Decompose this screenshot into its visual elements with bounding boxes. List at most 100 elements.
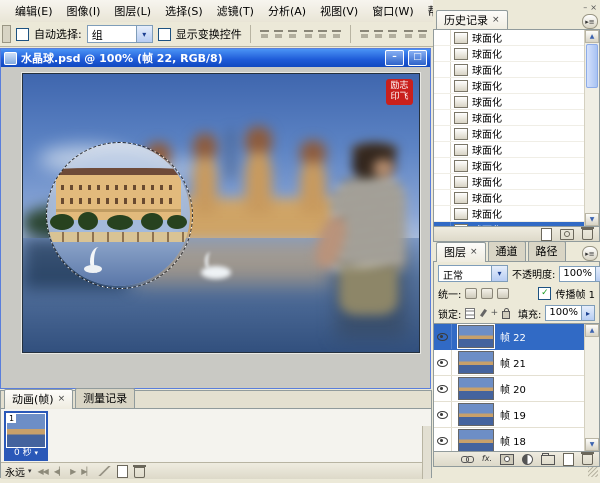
new-document-from-state-icon[interactable] bbox=[541, 228, 552, 241]
animation-scrollbar[interactable] bbox=[422, 426, 431, 479]
crystal-ball-selection[interactable] bbox=[47, 143, 190, 286]
scrollbar-thumb[interactable] bbox=[586, 44, 598, 88]
layer-row[interactable]: 帧 20 bbox=[434, 376, 599, 402]
distribute-bottom-edges-icon[interactable] bbox=[387, 29, 398, 39]
chevron-down-icon[interactable]: ▾ bbox=[136, 26, 152, 42]
next-frame-button[interactable]: ▶▏ bbox=[81, 467, 91, 476]
history-state-row[interactable]: 球面化 bbox=[434, 142, 599, 158]
visibility-toggle[interactable] bbox=[434, 350, 452, 375]
add-layer-mask-icon[interactable] bbox=[500, 454, 514, 465]
propagate-frame-checkbox[interactable]: ✓ bbox=[538, 287, 551, 300]
history-state-row[interactable]: 球面化 bbox=[434, 110, 599, 126]
link-layers-icon[interactable] bbox=[461, 456, 474, 462]
align-top-edges-icon[interactable] bbox=[259, 29, 270, 39]
document-title-bar[interactable]: 水晶球.psd @ 100% (帧 22, RGB/8) – □ bbox=[1, 49, 430, 67]
lock-all-icon[interactable] bbox=[502, 311, 510, 319]
layer-thumbnail[interactable] bbox=[458, 377, 494, 400]
history-state-row[interactable]: 球面化 bbox=[434, 158, 599, 174]
menu-window[interactable]: 窗口(W) bbox=[365, 0, 420, 22]
history-state-row-selected[interactable]: ▶球面化 bbox=[434, 222, 599, 226]
show-transform-checkbox[interactable] bbox=[158, 28, 171, 41]
auto-select-checkbox[interactable] bbox=[16, 28, 29, 41]
visibility-toggle[interactable] bbox=[434, 376, 452, 401]
menu-select[interactable]: 选择(S) bbox=[158, 0, 210, 22]
history-state-row[interactable]: 球面化 bbox=[434, 126, 599, 142]
menu-view[interactable]: 视图(V) bbox=[313, 0, 365, 22]
new-group-icon[interactable] bbox=[541, 455, 555, 465]
lock-position-icon[interactable]: + bbox=[491, 309, 499, 318]
align-vertical-centers-icon[interactable] bbox=[273, 29, 284, 39]
previous-frame-button[interactable]: ◀▏ bbox=[54, 467, 64, 476]
minimize-button[interactable]: – bbox=[385, 50, 404, 66]
menu-image[interactable]: 图像(I) bbox=[60, 0, 108, 22]
tool-preset-icon[interactable] bbox=[2, 25, 11, 43]
tab-paths[interactable]: 路径 bbox=[528, 241, 566, 261]
delete-layer-icon[interactable] bbox=[582, 454, 593, 465]
first-frame-button[interactable]: ◀◀ bbox=[38, 467, 48, 476]
layers-scrollbar[interactable]: ▲ ▼ bbox=[584, 324, 599, 451]
history-scrollbar[interactable]: ▲ ▼ bbox=[584, 30, 599, 226]
align-right-edges-icon[interactable] bbox=[331, 29, 342, 39]
tab-animation-frames[interactable]: 动画(帧) × bbox=[4, 389, 73, 409]
layer-row[interactable]: 帧 21 bbox=[434, 350, 599, 376]
lock-transparency-icon[interactable] bbox=[465, 308, 475, 319]
history-state-row[interactable]: 球面化 bbox=[434, 190, 599, 206]
fill-field[interactable]: 100% ▸ bbox=[545, 305, 595, 321]
new-layer-icon[interactable] bbox=[563, 453, 574, 466]
unify-visibility-icon[interactable] bbox=[481, 288, 493, 299]
canvas-image[interactable]: 励志 印飞 bbox=[22, 73, 420, 353]
delete-frame-icon[interactable] bbox=[134, 467, 145, 478]
close-icon[interactable]: × bbox=[58, 394, 66, 404]
minimize-icon[interactable]: – bbox=[583, 3, 587, 12]
duplicate-frame-icon[interactable] bbox=[117, 465, 128, 478]
visibility-toggle[interactable] bbox=[434, 402, 452, 427]
new-snapshot-icon[interactable] bbox=[560, 229, 574, 240]
history-state-row[interactable]: 球面化 bbox=[434, 62, 599, 78]
menu-filter[interactable]: 滤镜(T) bbox=[210, 0, 261, 22]
menu-layer[interactable]: 图层(L) bbox=[107, 0, 158, 22]
scroll-up-icon[interactable]: ▲ bbox=[585, 30, 599, 43]
scroll-up-icon[interactable]: ▲ bbox=[585, 324, 599, 337]
tween-icon[interactable] bbox=[98, 466, 111, 476]
scroll-down-icon[interactable]: ▼ bbox=[585, 438, 599, 451]
distribute-left-edges-icon[interactable] bbox=[403, 29, 414, 39]
layer-row[interactable]: 帧 18 bbox=[434, 428, 599, 452]
visibility-toggle[interactable] bbox=[434, 428, 452, 452]
align-horizontal-centers-icon[interactable] bbox=[317, 29, 328, 39]
layer-row-selected[interactable]: 帧 22 bbox=[434, 324, 599, 350]
history-state-row[interactable]: 球面化 bbox=[434, 30, 599, 46]
frame-delay-dropdown[interactable]: 0 秒 ▾ bbox=[6, 448, 46, 459]
close-icon[interactable]: × bbox=[470, 247, 478, 257]
tab-layers[interactable]: 图层 × bbox=[436, 242, 486, 262]
slider-arrow-icon[interactable]: ▸ bbox=[595, 267, 600, 281]
menu-analysis[interactable]: 分析(A) bbox=[261, 0, 313, 22]
slider-arrow-icon[interactable]: ▸ bbox=[581, 306, 594, 320]
adjustment-layer-icon[interactable] bbox=[522, 454, 533, 465]
opacity-field[interactable]: 100% ▸ bbox=[559, 266, 600, 282]
layer-thumbnail[interactable] bbox=[458, 429, 494, 452]
distribute-top-edges-icon[interactable] bbox=[359, 29, 370, 39]
history-state-row[interactable]: 球面化 bbox=[434, 94, 599, 110]
history-state-row[interactable]: 球面化 bbox=[434, 174, 599, 190]
history-state-row[interactable]: 球面化 bbox=[434, 78, 599, 94]
layer-row[interactable]: 帧 19 bbox=[434, 402, 599, 428]
layer-thumbnail[interactable] bbox=[458, 403, 494, 426]
distribute-horizontal-centers-icon[interactable] bbox=[417, 29, 428, 39]
layer-thumbnail[interactable] bbox=[458, 325, 494, 348]
auto-select-dropdown[interactable]: 组 ▾ bbox=[87, 25, 153, 43]
tab-history[interactable]: 历史记录 × bbox=[436, 10, 508, 30]
loop-mode-dropdown[interactable]: 永远 ▾ bbox=[5, 464, 32, 479]
history-state-row[interactable]: 球面化 bbox=[434, 206, 599, 222]
align-left-edges-icon[interactable] bbox=[303, 29, 314, 39]
play-button[interactable]: ▶ bbox=[70, 467, 75, 476]
animation-frame-1[interactable]: 1 0 秒 ▾ bbox=[4, 411, 48, 461]
unify-style-icon[interactable] bbox=[497, 288, 509, 299]
maximize-button[interactable]: □ bbox=[408, 50, 427, 66]
delete-state-icon[interactable] bbox=[582, 229, 593, 240]
visibility-toggle[interactable] bbox=[434, 324, 452, 349]
history-state-row[interactable]: 球面化 bbox=[434, 46, 599, 62]
lock-pixels-icon[interactable] bbox=[479, 309, 487, 318]
panel-menu-icon[interactable]: ▸≡ bbox=[582, 14, 598, 29]
close-icon[interactable]: × bbox=[590, 3, 597, 12]
blend-mode-dropdown[interactable]: 正常 ▾ bbox=[438, 265, 508, 282]
